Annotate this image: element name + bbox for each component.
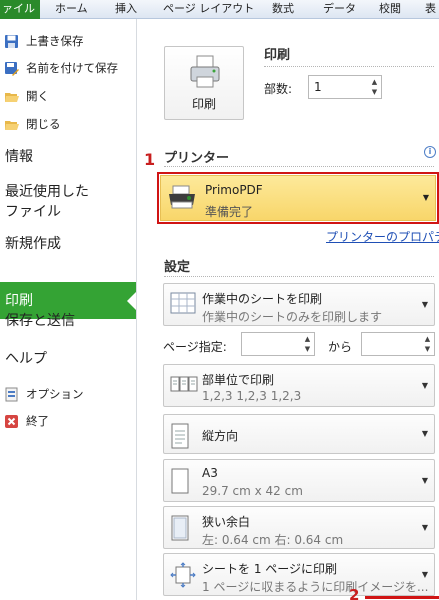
nav-close[interactable]: 閉じる xyxy=(4,113,61,135)
chevron-down-icon: ▼ xyxy=(422,193,429,202)
printer-section-title: プリンター xyxy=(164,151,230,166)
tab-file[interactable]: ァイル xyxy=(0,0,40,19)
tab-page-layout[interactable]: ページ レイアウト xyxy=(163,0,254,19)
paper-size-description: 29.7 cm x 42 cm xyxy=(202,484,303,498)
margins-dropdown[interactable]: 狭い余白 左: 0.64 cm 右: 0.64 cm ▼ xyxy=(163,506,435,549)
nav-save-label: 上書き保存 xyxy=(26,34,84,48)
printer-name: PrimoPDF xyxy=(205,183,263,197)
orientation-value: 縦方向 xyxy=(202,429,239,443)
settings-section-title: 設定 xyxy=(164,260,191,275)
copies-value: 1 xyxy=(314,80,322,94)
ribbon-tab-bar: ァイル ホーム 挿入 ページ レイアウト 数式 データ 校閲 表 xyxy=(0,0,439,19)
spin-down-icon[interactable]: ▼ xyxy=(303,345,312,353)
nav-print-label: 印刷 xyxy=(5,293,33,309)
spin-up-icon[interactable]: ▲ xyxy=(423,335,432,343)
pages-to-label: から xyxy=(328,340,353,354)
chevron-down-icon: ▼ xyxy=(421,476,428,485)
step-marker-1: 1 xyxy=(144,150,156,169)
tab-data[interactable]: データ xyxy=(323,0,356,19)
collate-description: 1,2,3 1,2,3 1,2,3 xyxy=(202,389,302,403)
printer-select-fill: PrimoPDF 準備完了 ▼ xyxy=(160,175,436,221)
nav-close-label: 閉じる xyxy=(26,117,61,131)
save-icon xyxy=(4,34,19,49)
paper-size-dropdown[interactable]: A3 29.7 cm x 42 cm ▼ xyxy=(163,459,435,502)
collate-dropdown[interactable]: 部単位で印刷 1,2,3 1,2,3 1,2,3 ▼ xyxy=(163,364,435,407)
chevron-down-icon: ▼ xyxy=(421,300,428,309)
scaling-description: 1 ページに収まるように印刷イメージを... xyxy=(202,580,429,594)
nav-recent-line2[interactable]: ファイル xyxy=(5,202,61,222)
print-scope-description: 作業中のシートのみを印刷します xyxy=(202,310,383,324)
nav-save-as[interactable]: 名前を付けて保存 xyxy=(4,57,118,79)
spin-up-icon[interactable]: ▲ xyxy=(370,78,379,86)
portrait-page-icon xyxy=(170,423,194,449)
nav-save-as-label: 名前を付けて保存 xyxy=(26,61,118,75)
backstage-nav: 上書き保存 名前を付けて保存 開く 閉じる 情報 最近使用した ファイル 新規作… xyxy=(0,19,137,600)
paper-size-value: A3 xyxy=(202,466,218,480)
nav-help[interactable]: ヘルプ xyxy=(5,349,47,369)
nav-options-label: オプション xyxy=(26,387,84,401)
scaling-dropdown[interactable]: シートを 1 ページに印刷 1 ページに収まるように印刷イメージを... ▼ xyxy=(163,553,435,596)
open-folder-icon xyxy=(4,89,19,104)
nav-save-send[interactable]: 保存と送信 xyxy=(5,311,75,331)
copies-label: 部数: xyxy=(264,82,293,96)
printer-icon xyxy=(189,55,221,94)
nav-exit[interactable]: 終了 xyxy=(4,410,49,432)
printer-status: 準備完了 xyxy=(205,205,254,219)
save-as-icon xyxy=(4,61,19,76)
copies-stepper[interactable]: 1 ▲ ▼ xyxy=(308,75,382,99)
chevron-down-icon: ▼ xyxy=(421,570,428,579)
printer-properties-link[interactable]: プリンターのプロパティ xyxy=(326,228,439,245)
nav-info[interactable]: 情報 xyxy=(5,147,33,167)
tab-home[interactable]: ホーム xyxy=(55,0,88,19)
chevron-down-icon: ▼ xyxy=(421,523,428,532)
scaling-value: シートを 1 ページに印刷 xyxy=(202,562,338,576)
margins-icon xyxy=(170,515,194,541)
spin-down-icon[interactable]: ▼ xyxy=(370,88,379,96)
step-marker-2: 2 xyxy=(349,586,360,600)
collate-icon xyxy=(170,373,198,397)
printer-select[interactable]: PrimoPDF 準備完了 ▼ xyxy=(157,172,439,224)
tab-formulas[interactable]: 数式 xyxy=(272,0,294,19)
options-icon xyxy=(4,387,19,402)
spin-up-icon[interactable]: ▲ xyxy=(303,335,312,343)
divider xyxy=(164,276,434,277)
margins-value: 狭い余白 xyxy=(202,515,251,529)
chevron-down-icon: ▼ xyxy=(421,381,428,390)
info-icon[interactable]: i xyxy=(424,146,436,158)
nav-open-label: 開く xyxy=(26,89,49,103)
pages-to-stepper[interactable]: ▲ ▼ xyxy=(361,332,435,356)
fit-to-page-icon xyxy=(170,562,196,588)
divider xyxy=(164,166,434,167)
exit-icon xyxy=(4,414,19,429)
nav-new[interactable]: 新規作成 xyxy=(5,234,61,254)
nav-save[interactable]: 上書き保存 xyxy=(4,30,84,52)
chevron-down-icon: ▼ xyxy=(421,429,428,438)
nav-open[interactable]: 開く xyxy=(4,85,49,107)
nav-recent-line1[interactable]: 最近使用した xyxy=(5,182,89,202)
spin-down-icon[interactable]: ▼ xyxy=(423,345,432,353)
tab-view[interactable]: 表 xyxy=(425,0,436,19)
close-folder-icon xyxy=(4,117,19,132)
nav-exit-label: 終了 xyxy=(26,414,49,428)
print-button-label: 印刷 xyxy=(191,97,216,111)
tab-review[interactable]: 校閲 xyxy=(379,0,401,19)
tab-insert[interactable]: 挿入 xyxy=(115,0,137,19)
print-scope-value: 作業中のシートを印刷 xyxy=(202,292,323,306)
print-button[interactable]: 印刷 xyxy=(164,46,244,120)
divider xyxy=(264,66,434,67)
collate-value: 部単位で印刷 xyxy=(202,373,275,387)
pages-from-stepper[interactable]: ▲ ▼ xyxy=(241,332,315,356)
sheet-icon xyxy=(170,292,196,316)
printer-device-icon xyxy=(167,185,197,216)
orientation-dropdown[interactable]: 縦方向 ▼ xyxy=(163,414,435,454)
margins-description: 左: 0.64 cm 右: 0.64 cm xyxy=(202,533,344,547)
paper-size-icon xyxy=(170,468,194,494)
highlight-mark xyxy=(365,596,439,599)
nav-options[interactable]: オプション xyxy=(4,383,84,405)
print-section-title: 印刷 xyxy=(264,48,291,63)
pages-label: ページ指定: xyxy=(163,340,227,354)
print-scope-dropdown[interactable]: 作業中のシートを印刷 作業中のシートのみを印刷します ▼ xyxy=(163,283,435,326)
